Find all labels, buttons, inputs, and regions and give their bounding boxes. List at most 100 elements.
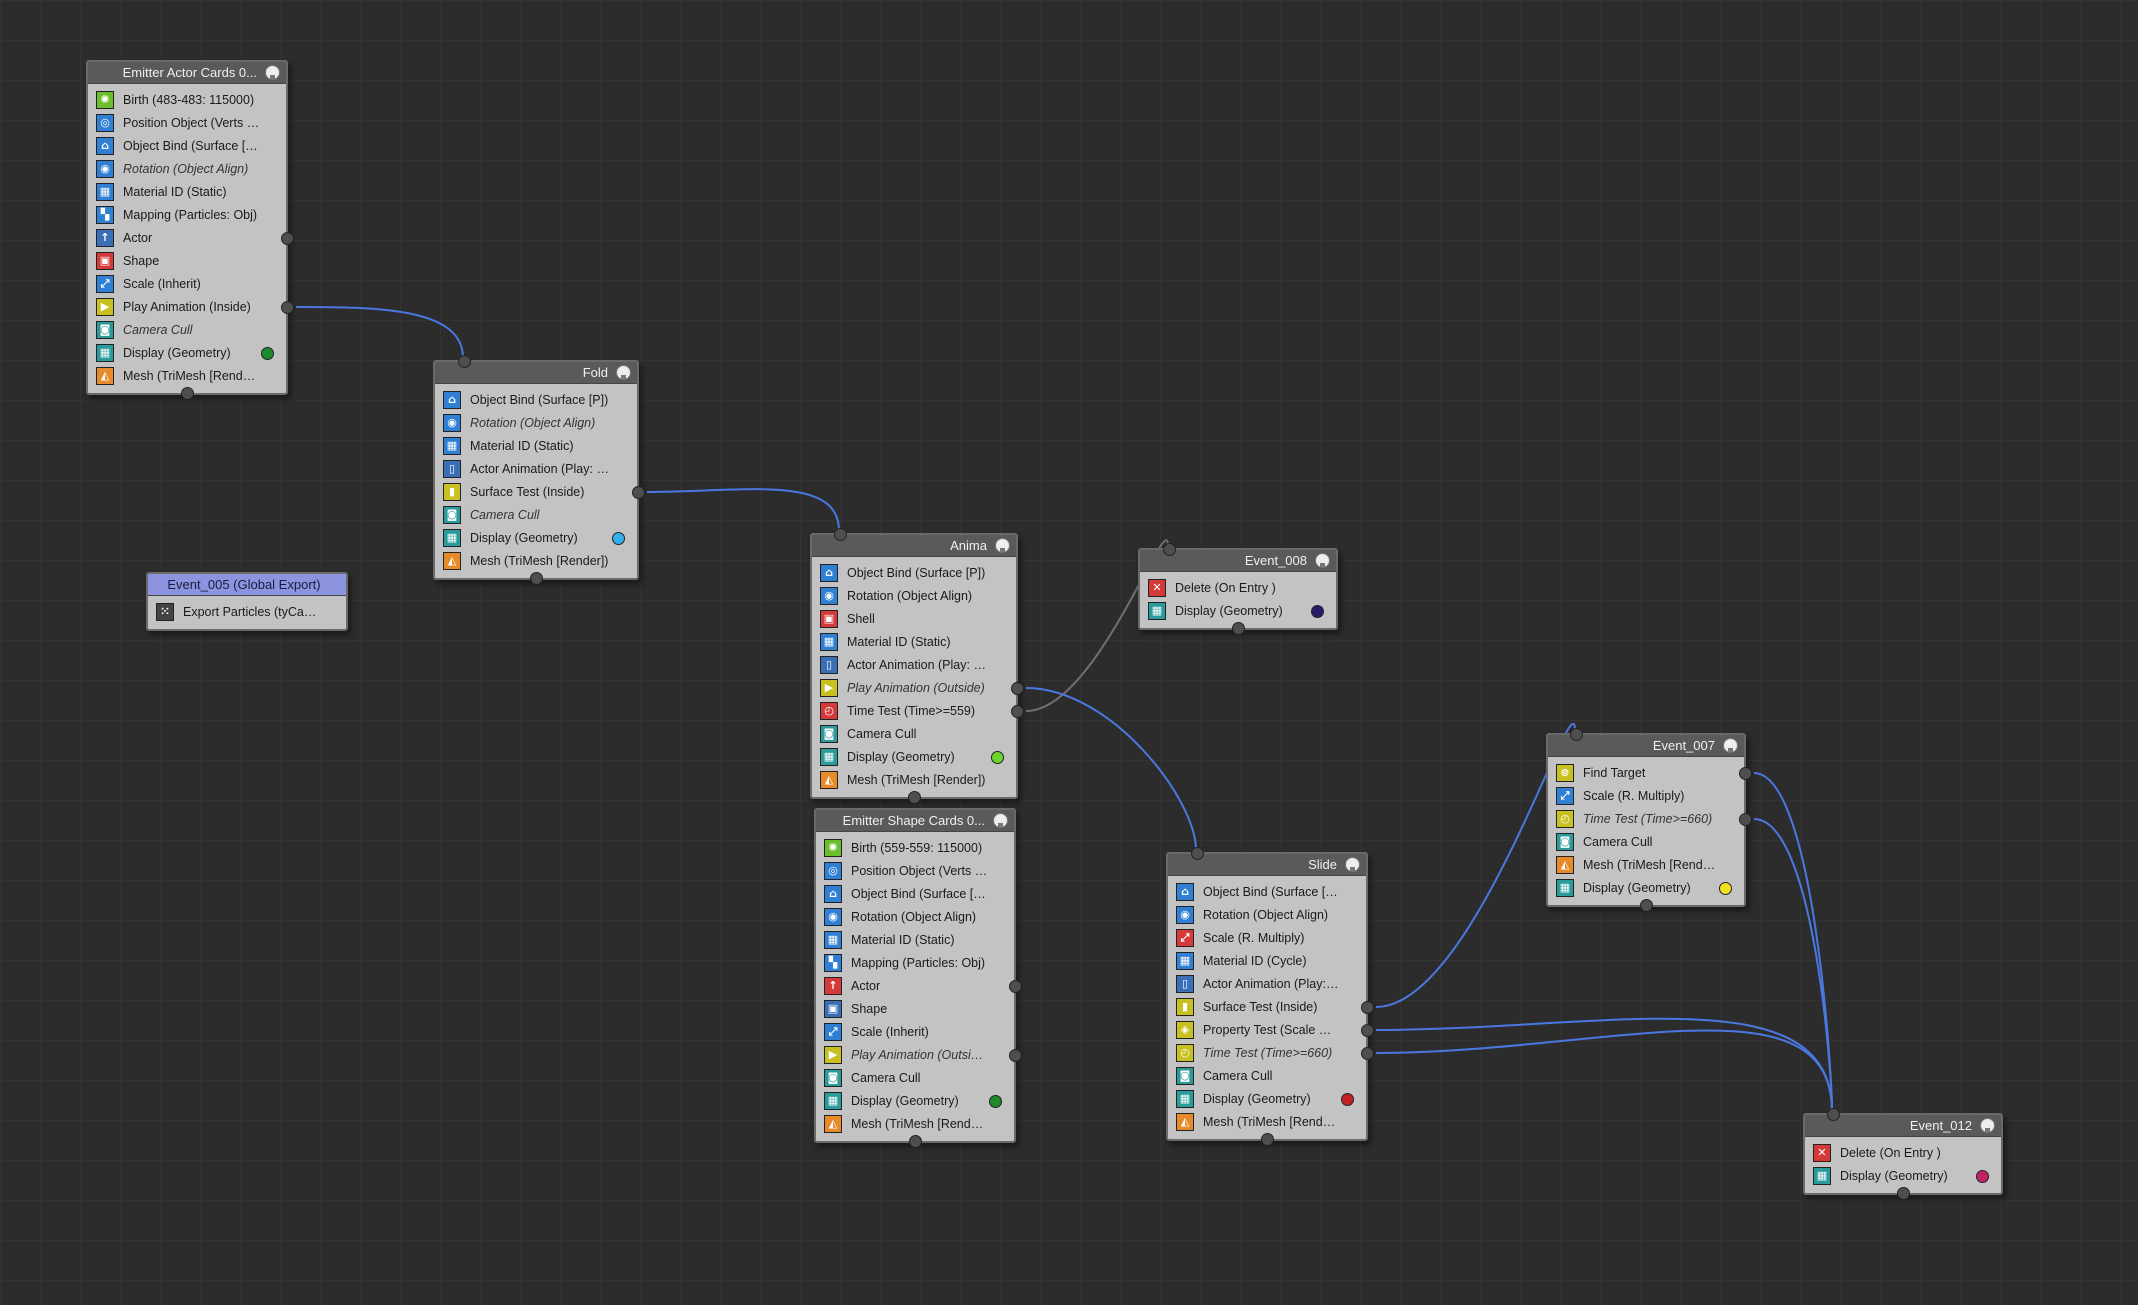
- output-socket[interactable]: [1361, 1047, 1374, 1060]
- operator-row[interactable]: ▯ Actor Animation (Play: "Sli...: [1172, 972, 1362, 995]
- operator-row[interactable]: ▦ Display (Geometry): [816, 745, 1012, 768]
- operator-row[interactable]: ◉ Rotation (Object Align): [1172, 903, 1362, 926]
- node-event-012[interactable]: Event_012 ✕ Delete (On Entry ) ▦ Display (Ge…: [1803, 1108, 2003, 1200]
- operator-row[interactable]: ✕ Delete (On Entry ): [1809, 1141, 1997, 1164]
- operator-row[interactable]: ▶ Play Animation (Inside): [92, 295, 294, 318]
- operator-row[interactable]: ▦ Display (Geometry): [439, 526, 633, 549]
- input-socket[interactable]: [1191, 847, 1204, 860]
- operator-row[interactable]: ✺ Birth (559-559: 115000): [820, 836, 1010, 859]
- output-socket[interactable]: [1009, 980, 1022, 993]
- lightbulb-icon[interactable]: [995, 538, 1010, 553]
- wire-fold-to-anima[interactable]: [646, 488, 840, 532]
- operator-row[interactable]: ◉ Rotation (Object Align): [816, 584, 1012, 607]
- output-socket[interactable]: [1009, 1049, 1022, 1062]
- output-socket[interactable]: [1739, 767, 1752, 780]
- operator-row[interactable]: ◙ Camera Cull: [92, 318, 282, 341]
- operator-row[interactable]: ▚ Mapping (Particles: Obj): [820, 951, 1010, 974]
- operator-row[interactable]: ⌂ Object Bind (Surface [P]): [439, 388, 633, 411]
- operator-row[interactable]: ↑ Actor: [820, 974, 1022, 997]
- output-socket[interactable]: [632, 486, 645, 499]
- operator-row[interactable]: ▦ Display (Geometry): [92, 341, 282, 364]
- output-socket[interactable]: [281, 232, 294, 245]
- operator-row[interactable]: ◎ Position Object (Verts (In O...: [92, 111, 282, 134]
- operator-row[interactable]: ▣ Shape: [820, 997, 1010, 1020]
- operator-row[interactable]: ▣ Shell: [816, 607, 1012, 630]
- display-color-swatch[interactable]: [1311, 605, 1324, 618]
- operator-row[interactable]: ▮ Surface Test (Inside): [439, 480, 645, 503]
- operator-row[interactable]: ↑ Actor: [92, 226, 294, 249]
- operator-row[interactable]: ▦ Display (Geometry): [1552, 876, 1740, 899]
- display-color-swatch[interactable]: [261, 347, 274, 360]
- operator-row[interactable]: ✺ Birth (483-483: 115000): [92, 88, 282, 111]
- bottom-socket[interactable]: [181, 387, 194, 400]
- operator-row[interactable]: ▯ Actor Animation (Play: "Fol...: [439, 457, 633, 480]
- node-event-005[interactable]: Event_005 (Global Export) ⁙ Export Particl…: [146, 572, 348, 631]
- operator-row[interactable]: ◭ Mesh (TriMesh [Render]): [1172, 1110, 1362, 1133]
- lightbulb-icon[interactable]: [616, 365, 631, 380]
- operator-row[interactable]: ⌂ Object Bind (Surface [P]): [820, 882, 1010, 905]
- operator-row[interactable]: ⁙ Export Particles (tyCache): [152, 600, 342, 623]
- operator-row[interactable]: ▦ Material ID (Static): [820, 928, 1010, 951]
- bottom-socket[interactable]: [1640, 899, 1653, 912]
- input-socket[interactable]: [834, 528, 847, 541]
- operator-row[interactable]: ▯ Actor Animation (Play: "Fol...: [816, 653, 1012, 676]
- display-color-swatch[interactable]: [1976, 1170, 1989, 1183]
- node-fold[interactable]: Fold ⌂ Object Bind (Surface [P]) ◉ Rotation …: [433, 355, 645, 585]
- input-socket[interactable]: [1570, 728, 1583, 741]
- output-socket[interactable]: [1361, 1001, 1374, 1014]
- wire-slide-time-to-event012[interactable]: [1375, 1029, 1833, 1112]
- output-socket[interactable]: [1011, 682, 1024, 695]
- bottom-socket[interactable]: [1261, 1133, 1274, 1146]
- operator-row[interactable]: ▦ Display (Geometry): [820, 1089, 1010, 1112]
- operator-row[interactable]: ▦ Material ID (Static): [439, 434, 633, 457]
- wire-anima-to-slide[interactable]: [1025, 687, 1197, 851]
- operator-row[interactable]: ◭ Mesh (TriMesh [Render]): [820, 1112, 1010, 1135]
- operator-row[interactable]: ▦ Material ID (Cycle): [1172, 949, 1362, 972]
- operator-row[interactable]: ◙ Camera Cull: [439, 503, 633, 526]
- node-header[interactable]: Emitter Shape Cards 0...: [816, 810, 1014, 832]
- operator-row[interactable]: ◉ Rotation (Object Align): [439, 411, 633, 434]
- operator-row[interactable]: ◙ Camera Cull: [1172, 1064, 1362, 1087]
- operator-row[interactable]: ◭ Mesh (TriMesh [Render]): [92, 364, 282, 387]
- wire-event007-find-to-event012[interactable]: [1753, 772, 1833, 1112]
- particle-flow-canvas[interactable]: Emitter Actor Cards 0... ✺ Birth (483-483:…: [0, 0, 2138, 1305]
- display-color-swatch[interactable]: [612, 532, 625, 545]
- wire-actor-to-fold[interactable]: [295, 306, 464, 359]
- operator-row[interactable]: ▦ Material ID (Static): [816, 630, 1012, 653]
- input-socket[interactable]: [458, 355, 471, 368]
- lightbulb-icon[interactable]: [265, 65, 280, 80]
- node-emitter-actor[interactable]: Emitter Actor Cards 0... ✺ Birth (483-483:…: [86, 60, 294, 400]
- bottom-socket[interactable]: [909, 1135, 922, 1148]
- display-color-swatch[interactable]: [989, 1095, 1002, 1108]
- operator-row[interactable]: ▣ Shape: [92, 249, 282, 272]
- operator-row[interactable]: ⌂ Object Bind (Surface [P]): [816, 561, 1012, 584]
- operator-row[interactable]: ◭ Mesh (TriMesh [Render]): [816, 768, 1012, 791]
- operator-row[interactable]: ◎ Position Object (Verts (In O...: [820, 859, 1010, 882]
- lightbulb-icon[interactable]: [1315, 553, 1330, 568]
- bottom-socket[interactable]: [1232, 622, 1245, 635]
- wire-event007-time-to-event012[interactable]: [1753, 818, 1833, 1112]
- bottom-socket[interactable]: [1897, 1187, 1910, 1200]
- operator-row[interactable]: ◴ Time Test (Time>=660): [1552, 807, 1752, 830]
- output-socket[interactable]: [1011, 705, 1024, 718]
- operator-row[interactable]: ⤢ Scale (R. Multiply): [1552, 784, 1740, 807]
- operator-row[interactable]: ▮ Surface Test (Inside): [1172, 995, 1374, 1018]
- operator-row[interactable]: ⤢ Scale (R. Multiply): [1172, 926, 1362, 949]
- input-socket[interactable]: [1827, 1108, 1840, 1121]
- operator-row[interactable]: ⊚ Find Target: [1552, 761, 1752, 784]
- operator-row[interactable]: ◴ Time Test (Time>=559): [816, 699, 1024, 722]
- operator-row[interactable]: ◭ Mesh (TriMesh [Render]): [1552, 853, 1740, 876]
- lightbulb-icon[interactable]: [993, 813, 1008, 828]
- output-socket[interactable]: [1361, 1024, 1374, 1037]
- input-socket[interactable]: [1163, 543, 1176, 556]
- operator-row[interactable]: ◉ Rotation (Object Align): [92, 157, 282, 180]
- node-anima[interactable]: Anima ⌂ Object Bind (Surface [P]) ◉ Rotation…: [810, 528, 1024, 804]
- operator-row[interactable]: ⤢ Scale (Inherit): [92, 272, 282, 295]
- display-color-swatch[interactable]: [1719, 882, 1732, 895]
- bottom-socket[interactable]: [530, 572, 543, 585]
- output-socket[interactable]: [281, 301, 294, 314]
- display-color-swatch[interactable]: [1341, 1093, 1354, 1106]
- display-color-swatch[interactable]: [991, 751, 1004, 764]
- operator-row[interactable]: ⌂ Object Bind (Surface [P|S]): [92, 134, 282, 157]
- node-event-007[interactable]: Event_007 ⊚ Find Target ⤢ Scale (R. Multiply…: [1546, 728, 1752, 912]
